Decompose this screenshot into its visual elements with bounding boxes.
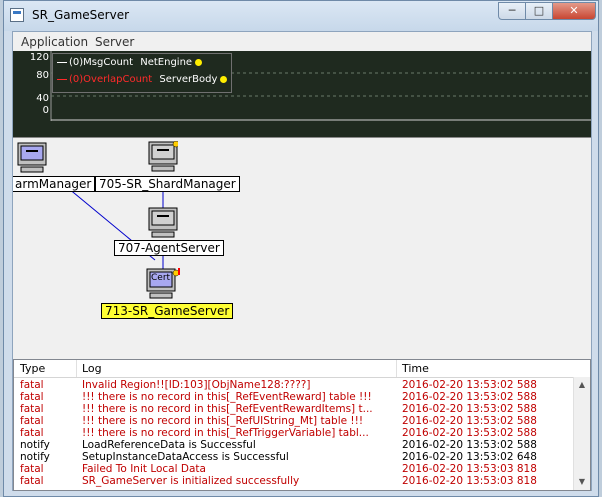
log-time-cell: 2016-02-20 13:53:02 588 — [402, 415, 537, 427]
column-separator[interactable] — [396, 360, 397, 377]
log-type-cell: fatal — [20, 391, 44, 403]
legend-dot-icon — [195, 58, 203, 66]
legend-name: MsgCount — [83, 57, 134, 68]
cert-badge: Cert — [151, 273, 171, 283]
log-type-cell: fatal — [20, 427, 44, 439]
computer-icon[interactable] — [148, 207, 178, 239]
window-title: SR_GameServer — [32, 8, 130, 22]
log-text-cell: !!! there is no record in this[_RefUIStr… — [82, 415, 364, 427]
log-text-cell: !!! there is no record in this[_RefEvent… — [82, 391, 372, 403]
log-time-cell: 2016-02-20 13:53:02 588 — [402, 379, 537, 391]
menu-bar: Application Server — [13, 32, 591, 51]
legend-line-icon — [57, 78, 67, 80]
scroll-down-icon[interactable]: ▼ — [574, 474, 590, 490]
title-bar[interactable]: SR_GameServer ─ □ ✕ — [4, 1, 598, 31]
log-row[interactable]: fatal !!! there is no record in this[_Ref… — [14, 403, 576, 415]
main-window: SR_GameServer ─ □ ✕ Application Server 1… — [3, 0, 599, 497]
legend-prefix: (0) — [69, 57, 84, 68]
legend-source: NetEngine — [140, 57, 193, 68]
log-list[interactable]: Type Log Time fatal Invalid Region!![ID:1… — [13, 359, 591, 491]
column-header-log[interactable]: Log — [82, 362, 102, 375]
node-label-gameserver[interactable]: 713-SR_GameServer — [101, 303, 234, 319]
log-type-cell: fatal — [20, 379, 44, 391]
scroll-up-icon[interactable]: ▲ — [574, 377, 590, 393]
log-type-cell: notify — [20, 451, 50, 463]
log-row[interactable]: fatal Invalid Region!![ID:103][ObjName128… — [14, 379, 576, 391]
cert-computer-icon[interactable]: Cert — [146, 268, 180, 302]
computer-icon[interactable] — [148, 141, 178, 173]
column-separator[interactable] — [76, 360, 77, 377]
log-row[interactable]: fatal !!! there is no record in this[_Ref… — [14, 415, 576, 427]
legend-item-overlapcount: (0)OverlapCount ServerBody — [57, 74, 228, 85]
log-text-cell: !!! there is no record in this[_RefTrigg… — [82, 427, 369, 439]
log-text-cell: SR_GameServer is initialized successfull… — [82, 475, 300, 487]
log-type-cell: fatal — [20, 463, 44, 475]
log-row[interactable]: fatal Failed To Init Local Data 2016-02-20… — [14, 463, 576, 475]
log-type-cell: fatal — [20, 475, 44, 487]
close-button[interactable]: ✕ — [552, 2, 596, 20]
legend-line-icon — [57, 61, 67, 63]
log-time-cell: 2016-02-20 13:53:02 648 — [402, 451, 537, 463]
log-row[interactable]: notify SetupInstanceDataAccess is Success… — [14, 451, 576, 463]
legend-prefix: (0) — [69, 74, 84, 85]
log-text-cell: LoadReferenceData is Successful — [82, 439, 256, 451]
node-label-agentserver[interactable]: 707-AgentServer — [114, 240, 224, 256]
log-header: Type Log Time — [14, 360, 590, 378]
computer-icon[interactable] — [17, 142, 47, 174]
log-text-cell: !!! there is no record in this[_RefEvent… — [82, 403, 373, 415]
node-label-armmanager[interactable]: armManager — [13, 176, 96, 192]
log-row[interactable]: fatal SR_GameServer is initialized succes… — [14, 475, 576, 487]
log-type-cell: fatal — [20, 415, 44, 427]
legend-dot-icon — [220, 75, 228, 83]
log-text-cell: Invalid Region!![ID:103][ObjName128:????… — [82, 379, 311, 391]
performance-graph: 120 80 40 0 (0)MsgCount NetEngine (0)Ove… — [13, 51, 591, 138]
log-row[interactable]: fatal !!! there is no record in this[_Ref… — [14, 391, 576, 403]
legend-name: OverlapCount — [83, 74, 153, 85]
log-type-cell: fatal — [20, 403, 44, 415]
app-icon — [10, 8, 24, 22]
server-diagram: armManager 705-SR_ShardManager 707-Agent… — [13, 138, 591, 355]
log-time-cell: 2016-02-20 13:53:02 588 — [402, 439, 537, 451]
log-type-cell: notify — [20, 439, 50, 451]
legend-item-msgcount: (0)MsgCount NetEngine — [57, 57, 203, 68]
node-label-shardmanager[interactable]: 705-SR_ShardManager — [95, 176, 240, 192]
graph-legend: (0)MsgCount NetEngine (0)OverlapCount Se… — [52, 53, 232, 93]
log-time-cell: 2016-02-20 13:53:02 588 — [402, 403, 537, 415]
maximize-button[interactable]: □ — [525, 2, 553, 20]
minimize-button[interactable]: ─ — [498, 2, 526, 20]
menu-server[interactable]: Server — [95, 35, 134, 49]
log-time-cell: 2016-02-20 13:53:03 818 — [402, 463, 537, 475]
log-time-cell: 2016-02-20 13:53:02 588 — [402, 427, 537, 439]
column-header-type[interactable]: Type — [20, 362, 45, 375]
log-row[interactable]: notify LoadReferenceData is Successful 201… — [14, 439, 576, 451]
log-text-cell: Failed To Init Local Data — [82, 463, 206, 475]
vertical-scrollbar[interactable]: ▲ ▼ — [573, 377, 590, 490]
menu-application[interactable]: Application — [21, 35, 88, 49]
log-time-cell: 2016-02-20 13:53:02 588 — [402, 391, 537, 403]
log-text-cell: SetupInstanceDataAccess is Successful — [82, 451, 289, 463]
connection-lines — [67, 187, 164, 270]
client-area: Application Server 120 80 40 0 (0)MsgCou… — [12, 31, 592, 491]
log-row[interactable]: fatal !!! there is no record in this[_Ref… — [14, 427, 576, 439]
column-header-time[interactable]: Time — [402, 362, 429, 375]
log-time-cell: 2016-02-20 13:53:03 818 — [402, 475, 537, 487]
legend-source: ServerBody — [159, 74, 218, 85]
